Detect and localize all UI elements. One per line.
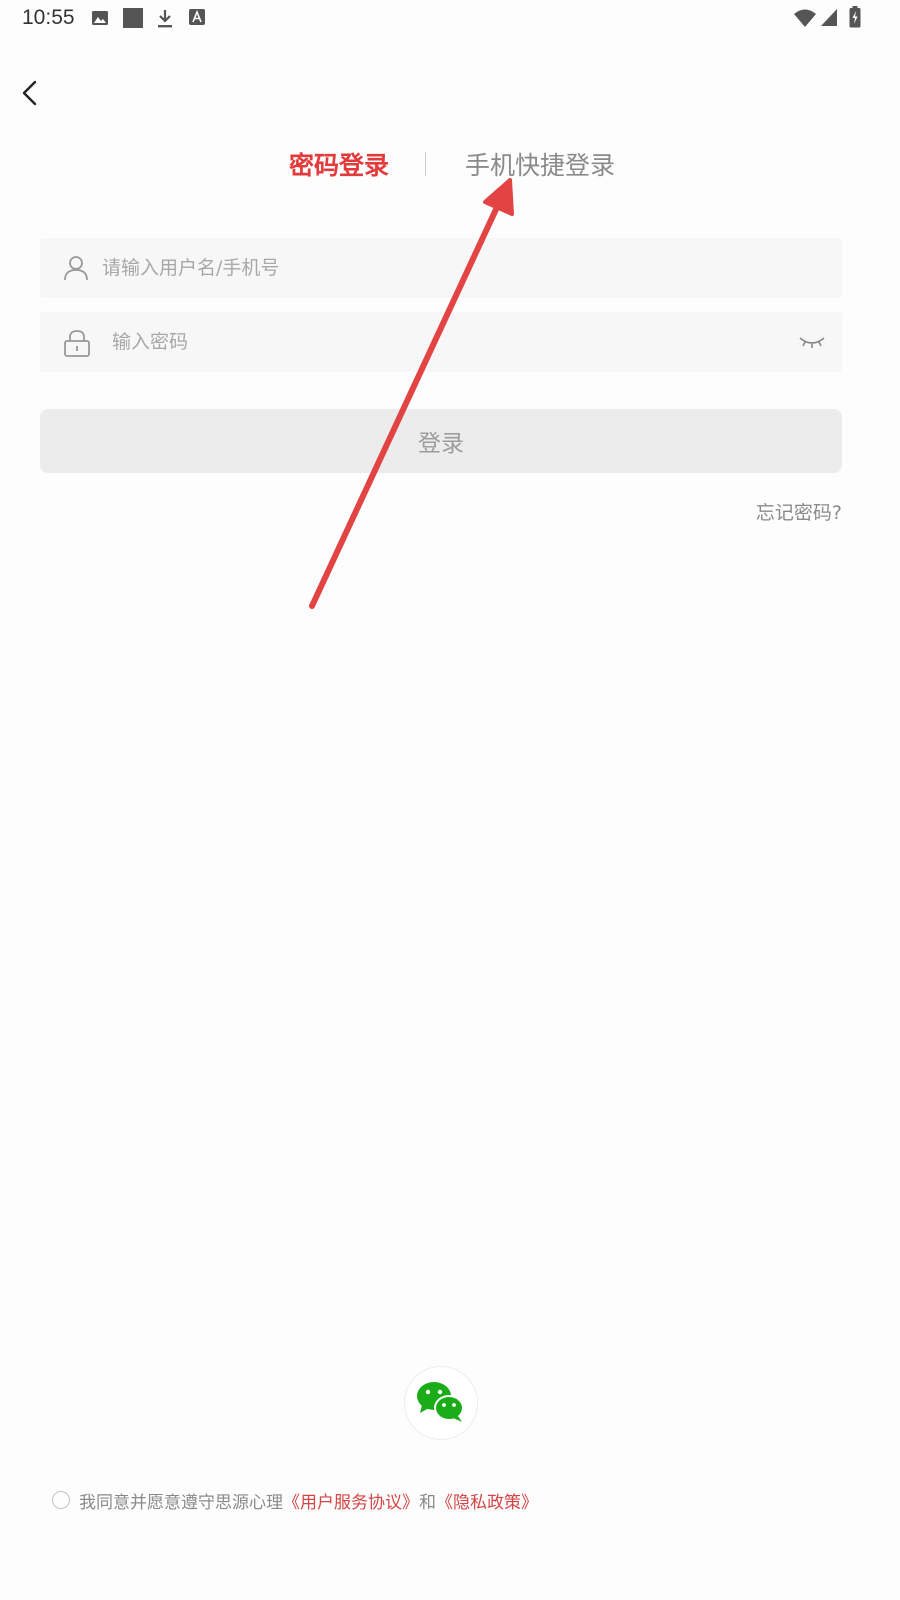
- status-bar: 10:55: [0, 0, 900, 38]
- chevron-left-icon: [22, 80, 37, 106]
- agreement-and-text: 和: [419, 1492, 436, 1513]
- wechat-login-button[interactable]: [404, 1366, 478, 1440]
- eye-closed-icon[interactable]: [798, 334, 826, 350]
- login-button[interactable]: 登录: [40, 409, 842, 473]
- agreement-row: 我同意并愿意遵守思源心理 《用户服务协议》 和 《隐私政策》: [52, 1488, 538, 1513]
- tab-phone-login[interactable]: 手机快捷登录: [465, 146, 615, 182]
- user-icon: [64, 256, 88, 281]
- agreement-text: 我同意并愿意遵守思源心理: [79, 1492, 283, 1513]
- download-icon: [158, 10, 172, 28]
- status-time: 10:55: [22, 6, 75, 29]
- agreement-checkbox[interactable]: [52, 1491, 70, 1509]
- battery-icon: [849, 6, 861, 28]
- user-agreement-link[interactable]: 《用户服务协议》: [283, 1488, 419, 1513]
- image-icon: [92, 11, 108, 25]
- tab-divider: [425, 152, 426, 176]
- username-field[interactable]: [40, 238, 842, 298]
- square-icon: [123, 8, 143, 28]
- back-button[interactable]: [14, 76, 48, 110]
- password-input[interactable]: [112, 312, 792, 372]
- signal-icon: [821, 9, 837, 26]
- a-badge-icon: [189, 9, 205, 25]
- wechat-icon: [417, 1382, 464, 1422]
- password-field[interactable]: [40, 312, 842, 372]
- lock-icon: [64, 330, 90, 357]
- wifi-icon: [794, 9, 816, 27]
- login-screen: 10:55 密码登录 手机快捷登录 请输入用户名/手机号 登录 忘记密码? 我同…: [0, 0, 900, 1600]
- forgot-password-link[interactable]: 忘记密码?: [756, 498, 842, 525]
- username-input[interactable]: [102, 238, 802, 298]
- privacy-policy-link[interactable]: 《隐私政策》: [436, 1488, 538, 1513]
- tab-password-login[interactable]: 密码登录: [289, 146, 389, 182]
